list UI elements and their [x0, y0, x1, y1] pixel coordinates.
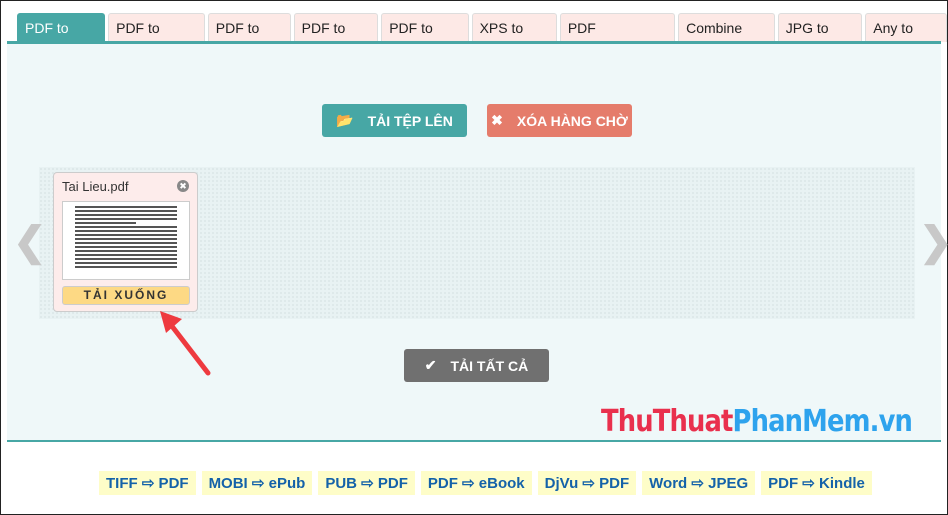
tab-pdf-to-text[interactable]: PDF to Text [207, 13, 291, 64]
footer-divider [7, 440, 941, 442]
link-tiff-to-pdf[interactable]: TIFF ⇨ PDF [99, 471, 196, 495]
tab-pdf-to-png[interactable]: PDF to PNG [381, 13, 469, 64]
remove-file-icon[interactable]: ✖ [177, 180, 189, 192]
tab-pdf-to-doc[interactable]: PDF to DOC [17, 13, 106, 64]
tab-pdf-compressor[interactable]: PDF Compressor [559, 13, 676, 64]
tab-bar: PDF to DOC PDF to DOCX PDF to Text PDF t… [17, 13, 947, 64]
link-pub-to-pdf[interactable]: PUB ⇨ PDF [318, 471, 415, 495]
close-icon: ✖ [491, 112, 503, 128]
watermark-logo: ThuThuatPhanMem.vn [601, 404, 913, 439]
clear-queue-button[interactable]: ✖ XÓA HÀNG CHỜ [487, 104, 632, 137]
tab-any-to-pdf[interactable]: Any to PDF [865, 13, 947, 64]
upload-label: TẢI TỆP LÊN [367, 112, 453, 129]
prev-arrow-icon[interactable]: ❮ [13, 219, 47, 265]
link-pdf-to-ebook[interactable]: PDF ⇨ eBook [420, 471, 532, 495]
footer-links: TIFF ⇨ PDF MOBI ⇨ ePub PUB ⇨ PDF PDF ⇨ e… [99, 471, 872, 495]
tab-xps-to-pdf[interactable]: XPS to PDF [471, 13, 557, 64]
file-name: Tai Lieu.pdf [62, 179, 129, 194]
file-thumbnail [62, 201, 190, 280]
download-all-button[interactable]: ✔ TẢI TẤT CẢ [404, 349, 549, 382]
clear-label: XÓA HÀNG CHỜ [516, 112, 628, 129]
download-button[interactable]: TẢI XUỐNG [62, 286, 190, 305]
folder-open-icon: 📂 [336, 112, 354, 128]
next-arrow-icon[interactable]: ❯ [919, 219, 948, 265]
check-icon: ✔ [424, 357, 437, 373]
tab-combine-pdf[interactable]: Combine PDF [678, 13, 775, 64]
link-pdf-to-kindle[interactable]: PDF ⇨ Kindle [761, 471, 872, 495]
tab-pdf-to-jpg[interactable]: PDF to JPG [293, 13, 379, 64]
tab-jpg-to-pdf[interactable]: JPG to PDF [777, 13, 863, 64]
link-word-to-jpeg[interactable]: Word ⇨ JPEG [642, 471, 756, 495]
upload-button[interactable]: 📂 TẢI TỆP LÊN [322, 104, 467, 137]
link-mobi-to-epub[interactable]: MOBI ⇨ ePub [201, 471, 313, 495]
download-all-label: TẢI TẤT CẢ [450, 357, 529, 374]
tab-pdf-to-docx[interactable]: PDF to DOCX [108, 13, 205, 64]
file-card: Tai Lieu.pdf ✖ TẢI XUỐNG [53, 172, 198, 312]
red-arrow-annotation [160, 311, 211, 376]
link-djvu-to-pdf[interactable]: DjVu ⇨ PDF [537, 471, 637, 495]
